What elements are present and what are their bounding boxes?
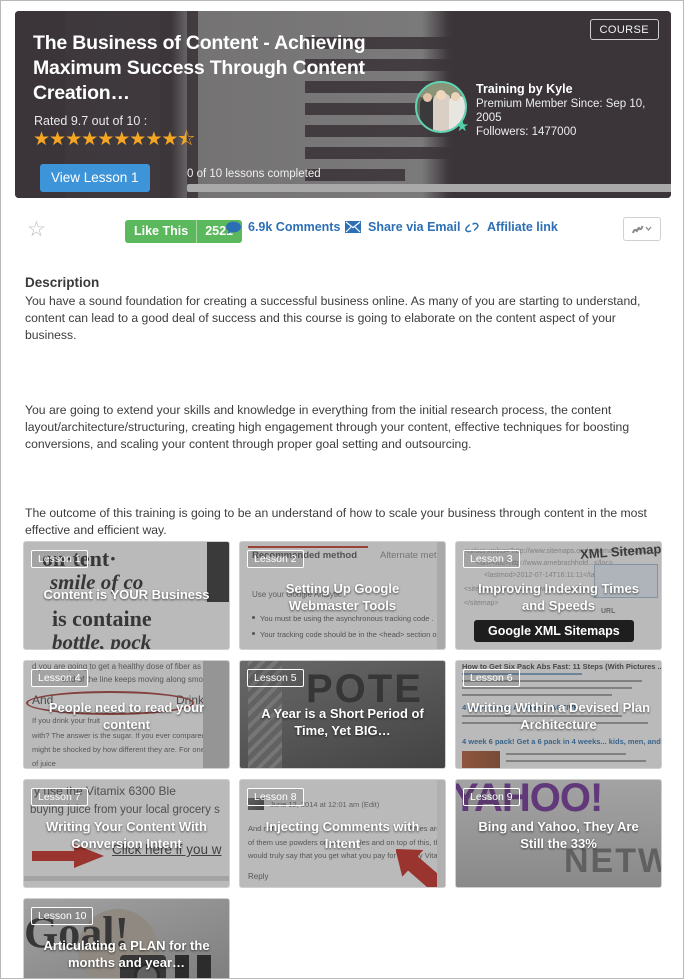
star-icon: ★ [145,129,162,150]
lesson-tag: Lesson 1 [31,550,88,568]
rating-text: Rated 9.7 out of 10 : [34,114,148,128]
author-name[interactable]: Training by Kyle [476,82,671,97]
lesson-card[interactable]: <urlset xmlns="http://www.sitemaps.org/s… [455,541,662,650]
course-page: COURSE The Business of Content - Achievi… [0,0,684,979]
view-lesson-button[interactable]: View Lesson 1 [40,164,150,192]
description-heading: Description [25,275,100,290]
lesson-card[interactable]: June 12, 2014 at 12:01 am (Edit) And not… [239,779,446,888]
comments-link-label: 6.9k Comments [248,220,341,234]
lesson-card[interactable]: YAHOO! NETW Lesson 9 Bing and Yahoo, The… [455,779,662,888]
link-chain-icon [464,221,480,234]
lesson-tag: Lesson 9 [463,788,520,806]
course-header-banner: COURSE The Business of Content - Achievi… [15,11,671,198]
lesson-thumbnail-caption: Google XML Sitemaps [474,620,634,642]
description-section: Description You have a sound foundation … [25,275,661,584]
star-icon: ★ [97,129,114,150]
progress-label: 0 of 10 lessons completed [187,168,321,180]
stats-dropdown-button[interactable] [623,217,661,241]
lesson-tag: Lesson 8 [247,788,304,806]
star-icon: ★ [129,129,146,150]
lessons-grid: on·tent· smile of co is containe bottle,… [23,541,663,978]
like-button-label: Like This [134,224,189,238]
share-via-email-label: Share via Email [368,220,461,234]
lesson-card[interactable]: How to Get Six Pack Abs Fast: 11 Steps (… [455,660,662,769]
progress-bar [187,184,671,192]
share-via-email-link[interactable]: Share via Email [345,220,460,234]
lesson-tag: Lesson 3 [463,550,520,568]
lesson-title: Writing Within a Devised Plan Architectu… [466,700,651,732]
lesson-title: Improving Indexing Times and Speeds [478,581,639,613]
lesson-card[interactable]: Recommended method Alternate methods Use… [239,541,446,650]
star-half-icon: ⯪ [177,129,196,150]
description-paragraph-3: The outcome of this training is going to… [25,506,647,537]
lesson-card[interactable]: Goal! Lesson 10 Articulating a PLAN for … [23,898,230,978]
affiliate-link-label: Affiliate link [487,220,558,234]
lesson-title: A Year is a Short Period of Time, Yet BI… [261,706,424,738]
lesson-title: People need to read your content [48,700,205,732]
lesson-tag: Lesson 6 [463,669,520,687]
lesson-title: Bing and Yahoo, They Are Still the 33% [478,819,639,851]
lesson-tag: Lesson 4 [31,669,88,687]
lesson-title: Content is YOUR Business [43,587,210,602]
avatar[interactable]: ★ [415,81,469,135]
lesson-title: Setting Up Google Webmaster Tools [285,581,400,613]
stats-squiggle-icon [632,225,652,234]
star-icon: ★ [33,129,50,150]
star-icon: ★ [49,129,66,150]
star-icon: ★ [81,129,98,150]
description-paragraph-1: You have a sound foundation for creating… [25,294,641,342]
lesson-tag: Lesson 2 [247,550,304,568]
comments-link[interactable]: 6.9k Comments [226,220,340,234]
description-paragraph-2: You are going to extend your skills and … [25,403,630,451]
lesson-tag: Lesson 5 [247,669,304,687]
lesson-card[interactable]: on·tent· smile of co is containe bottle,… [23,541,230,650]
author-followers: Followers: 1477000 [476,126,577,138]
page-title: The Business of Content - Achieving Maxi… [33,32,366,104]
star-icon: ★ [113,129,130,150]
star-icon: ★ [161,129,178,150]
author-member-since: Premium Member Since: Sep 10, 2005 [476,98,646,124]
course-type-badge: COURSE [589,19,659,40]
lesson-title: Articulating a PLAN for the months and y… [43,938,210,970]
lesson-card[interactable]: POTE Lesson 5 A Year is a Short Period o… [239,660,446,769]
lesson-title: Writing Your Content With Conversion Int… [46,819,207,851]
like-button[interactable]: Like This 2521 [125,220,242,243]
lesson-card[interactable]: d you are going to get a healthy dose of… [23,660,230,769]
affiliate-link[interactable]: Affiliate link [464,220,558,234]
lesson-tag: Lesson 10 [31,907,94,925]
rating-stars: ★★★★★★★★★⯪ [33,130,195,149]
premium-star-icon: ★ [455,118,469,135]
lesson-card[interactable]: y use the Vitamix 6300 Ble buying juice … [23,779,230,888]
lesson-tag: Lesson 7 [31,788,88,806]
lesson-title: Injecting Comments with Intent [265,819,420,851]
action-bar: ☆ Like This 2521 6.9k Comments Share via… [15,206,671,254]
speech-bubble-icon [226,221,241,234]
favorite-star-icon[interactable]: ☆ [27,219,46,240]
star-icon: ★ [65,129,82,150]
author-block[interactable]: ★ Training by Kyle Premium Member Since:… [415,81,671,139]
envelope-icon [345,221,361,233]
